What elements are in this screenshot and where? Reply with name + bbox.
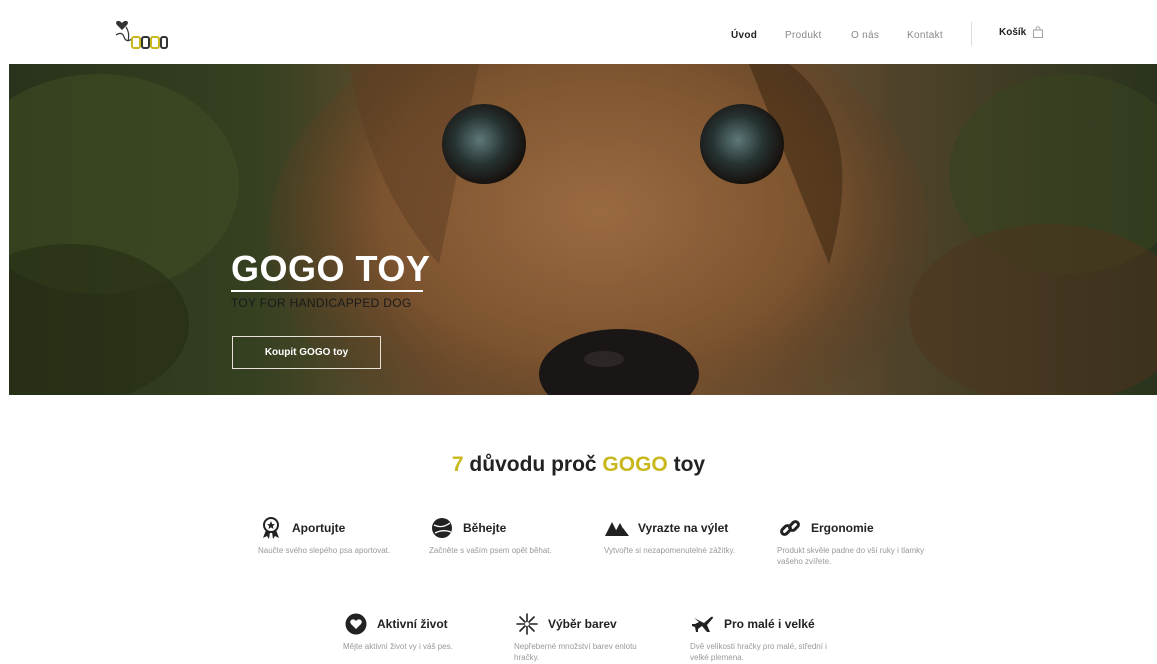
sparkle-icon xyxy=(516,613,538,635)
feature-behejte: Běhejte Začněte s vaším psem opět běhat. xyxy=(429,516,589,556)
shopping-bag-icon xyxy=(1033,26,1044,38)
reasons-brand: GOGO xyxy=(602,453,668,476)
feature-title: Ergonomie xyxy=(811,521,874,535)
feature-desc: Nepřeberné množství barev enlotu hračky. xyxy=(514,642,637,662)
feature-title: Aktivní život xyxy=(377,617,448,631)
feature-pro-male-i-velke: Pro malé i velké Dvě velikosti hračky pr… xyxy=(690,612,850,663)
nav-item-produkt[interactable]: Produkt xyxy=(785,30,822,41)
hero-banner: GOGO TOY TOY FOR HANDICAPPED DOG Koupit … xyxy=(9,64,1157,395)
ball-icon xyxy=(432,518,452,538)
airplane-icon xyxy=(692,616,713,632)
feature-ergonomie: Ergonomie Produkt skvěle padne do vší ru… xyxy=(777,516,937,567)
cart-label: Košík xyxy=(999,26,1027,38)
feature-title: Pro malé i velké xyxy=(724,617,815,631)
hero-title: GOGO TOY xyxy=(231,248,431,289)
heart-icon xyxy=(345,613,367,635)
reasons-heading-text: důvodu proč xyxy=(463,453,603,476)
award-icon xyxy=(263,517,279,539)
feature-vyber-barev: Výběr barev Nepřeberné množství barev en… xyxy=(514,612,674,663)
feature-desc: Mějte aktivní život vy i váš pes. xyxy=(343,642,453,651)
reasons-heading: 7 důvodu proč GOGO toy xyxy=(0,453,1157,477)
reasons-heading-suffix: toy xyxy=(667,453,706,476)
feature-desc: Produkt skvěle padne do vší ruky i tlamk… xyxy=(777,546,925,566)
feature-desc: Začněte s vaším psem opět běhat. xyxy=(429,546,552,555)
feature-vyrazte: Vyrazte na výlet Vytvořte si nezapomenut… xyxy=(604,516,764,556)
nav-item-uvod[interactable]: Úvod xyxy=(731,30,757,41)
feature-title: Výběr barev xyxy=(548,617,617,631)
feature-aktivni-zivot: Aktivní život Mějte aktivní život vy i v… xyxy=(343,612,503,652)
nav-item-kontakt[interactable]: Kontakt xyxy=(907,30,943,41)
cart-link[interactable]: Košík xyxy=(999,26,1044,38)
gogo-logo[interactable] xyxy=(112,17,172,51)
feature-title: Aportujte xyxy=(292,521,346,535)
hero-title-underline xyxy=(231,290,423,292)
buy-button[interactable]: Koupit GOGO toy xyxy=(232,336,381,369)
mountains-icon xyxy=(605,522,629,536)
dog-photo xyxy=(9,64,1157,395)
feature-desc: Naučte svého slepého psa aportovat. xyxy=(258,546,391,555)
feature-title: Běhejte xyxy=(463,521,507,535)
site-header: Úvod Produkt O nás Kontakt Košík xyxy=(0,0,1157,64)
feature-desc: Vytvořte si nezapomenutelné zážitky. xyxy=(604,546,736,555)
link-icon xyxy=(780,520,800,536)
feature-title: Vyrazte na výlet xyxy=(638,521,729,535)
nav-item-o-nas[interactable]: O nás xyxy=(851,30,879,41)
nav-divider xyxy=(971,22,972,46)
hero-subtitle: TOY FOR HANDICAPPED DOG xyxy=(231,296,412,310)
feature-aportujte: Aportujte Naučte svého slepého psa aport… xyxy=(258,516,418,556)
feature-desc: Dvě velikosti hračky pro malé, střední i… xyxy=(690,642,827,662)
reasons-number: 7 xyxy=(451,453,464,476)
